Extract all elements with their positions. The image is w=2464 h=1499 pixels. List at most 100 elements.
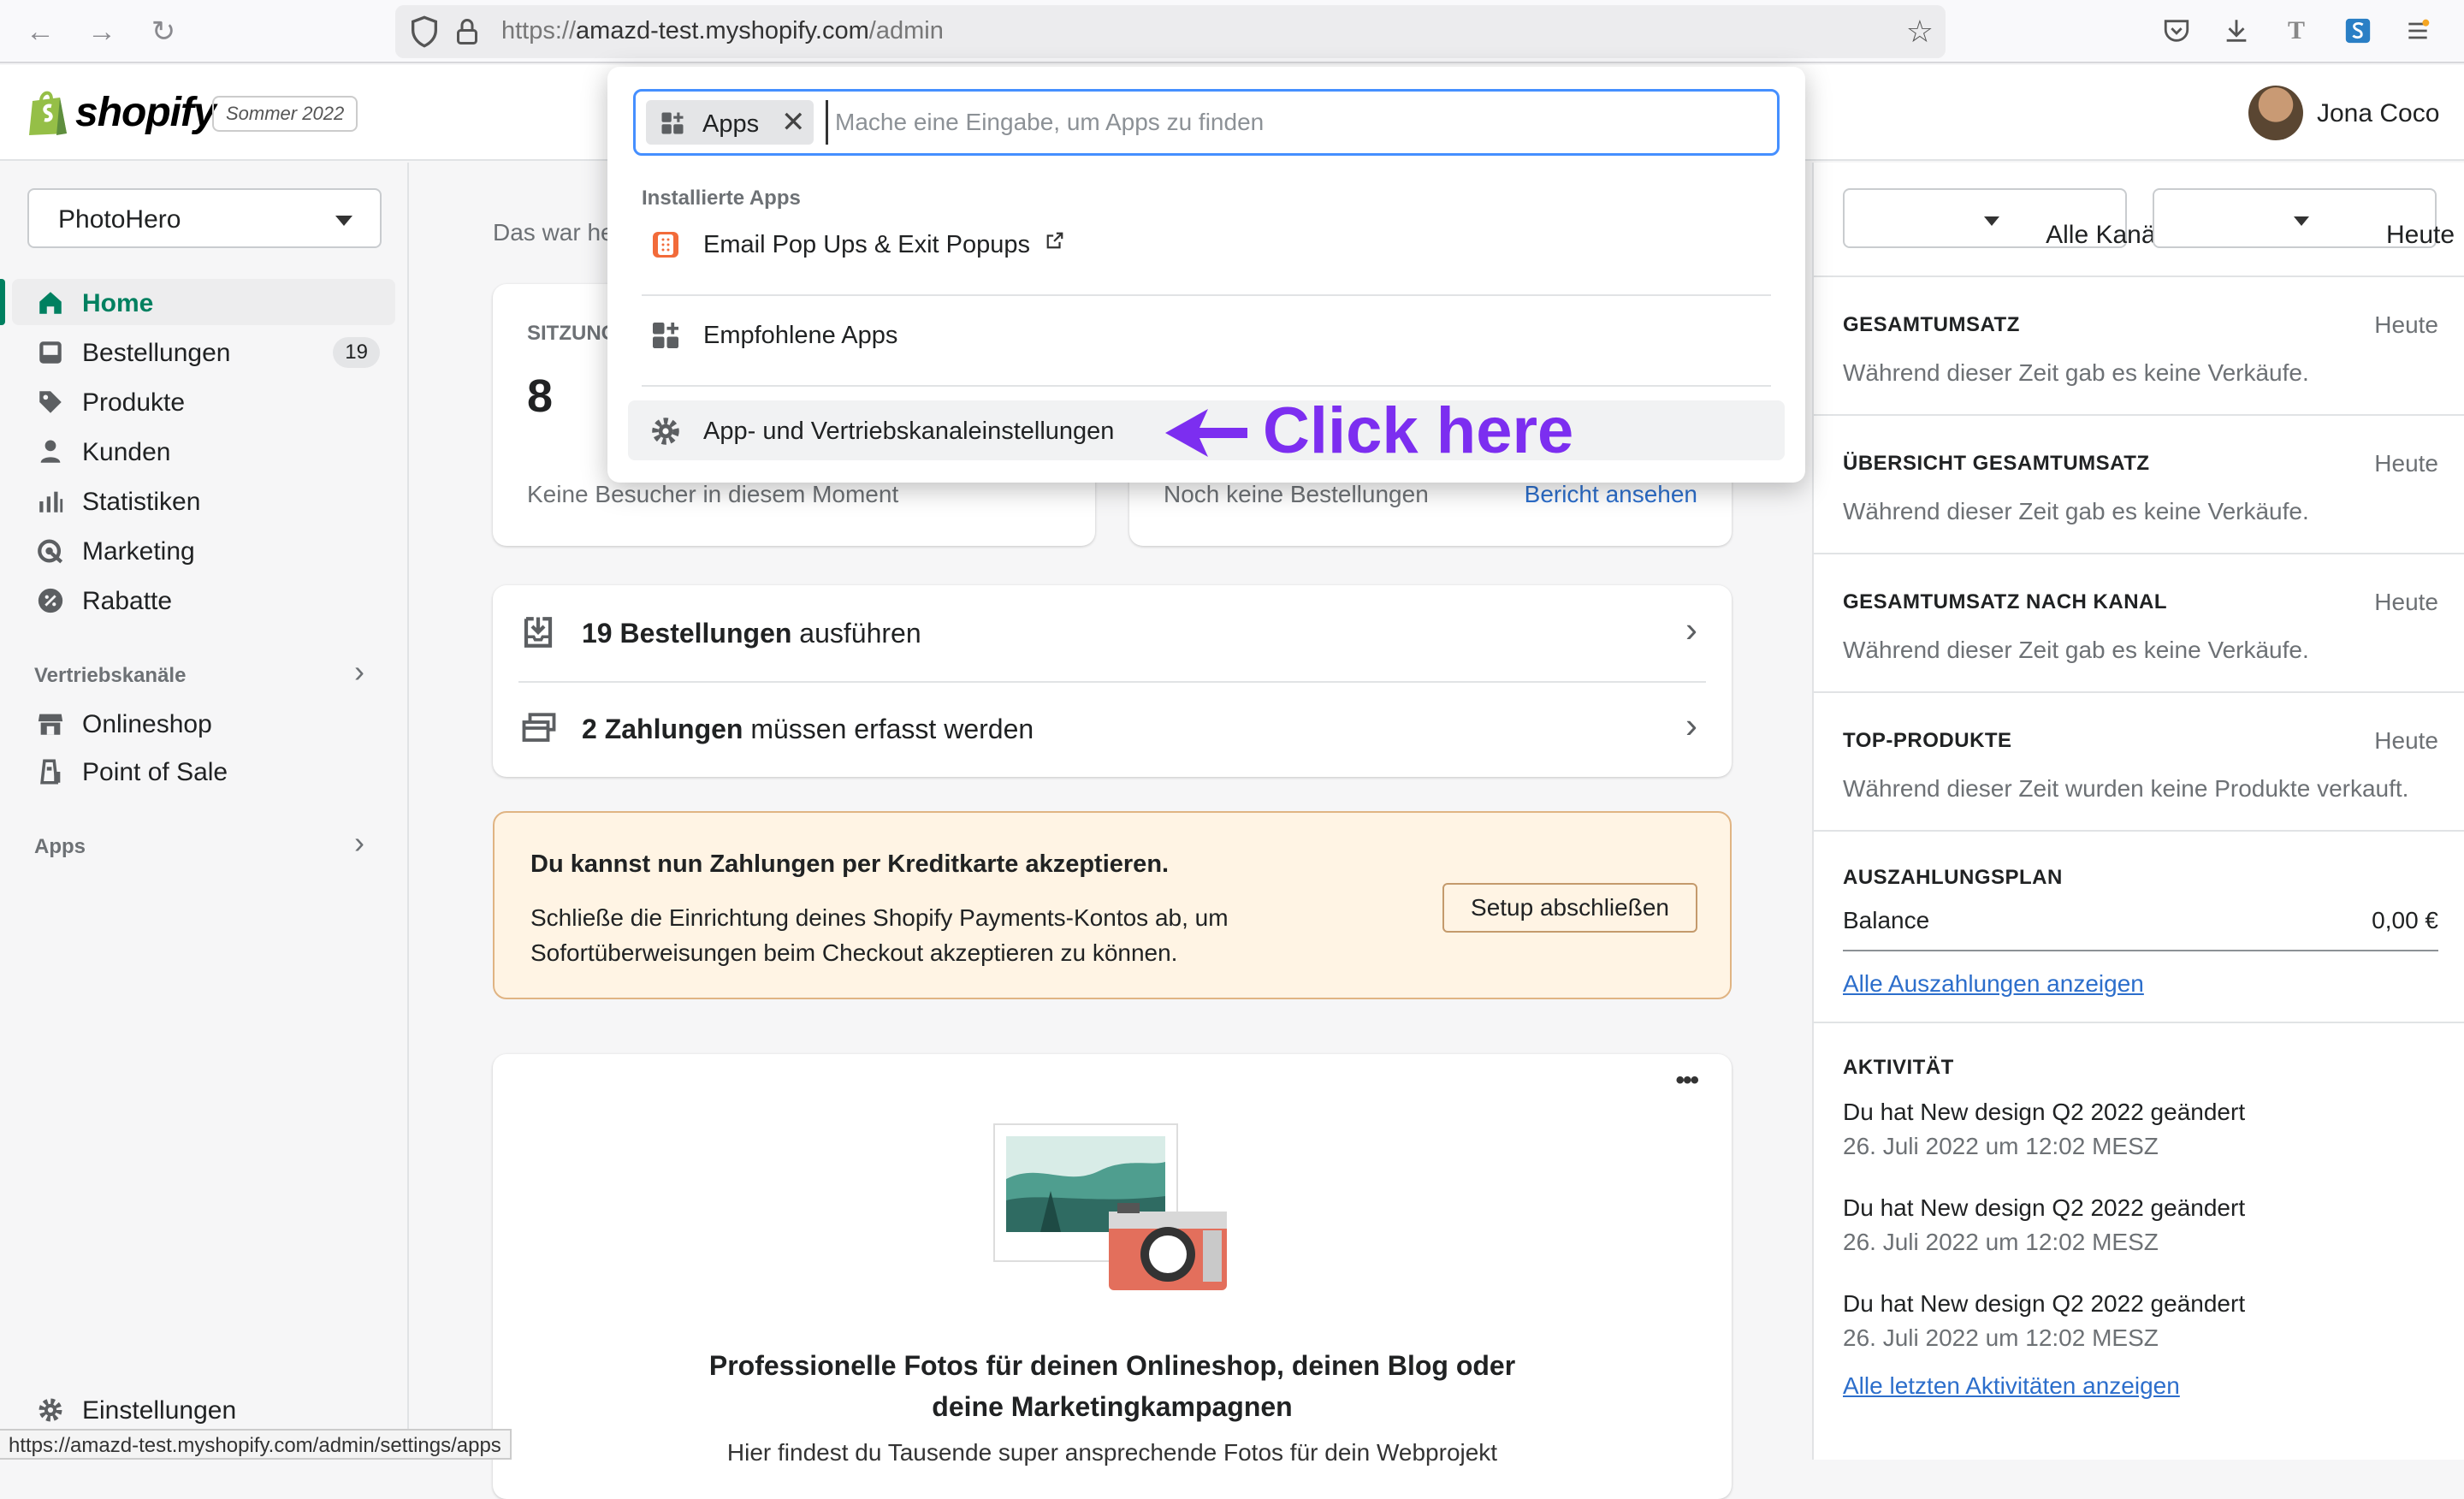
apps-search-input[interactable] (826, 100, 1767, 145)
sidebar-item-products[interactable]: Produkte (12, 378, 395, 424)
payout-section: AUSZAHLUNGSPLAN Balance 0,00 € Alle Ausz… (1814, 830, 2464, 1022)
address-bar[interactable]: https://amazd-test.myshopify.com/admin ☆ (395, 5, 1946, 58)
date-select[interactable]: Heute (2153, 188, 2455, 249)
view-report-link[interactable]: Bericht ansehen (1525, 481, 1697, 508)
activity-item[interactable]: Du hat New design Q2 2022 geändert 26. J… (1843, 1095, 2245, 1164)
top-products-section[interactable]: TOP-PRODUKTE Heute Während dieser Zeit w… (1814, 691, 2464, 830)
section-text: Während dieser Zeit wurden keine Produkt… (1843, 775, 2409, 802)
activity-item[interactable]: Du hat New design Q2 2022 geändert 26. J… (1843, 1287, 2245, 1355)
gear-icon (652, 418, 679, 445)
sidebar-item-settings[interactable]: Einstellungen (12, 1386, 395, 1432)
photos-card: ••• Professionelle Fotos für deinen Onli… (493, 1054, 1732, 1499)
app-item-label: Email Pop Ups & Exit Popups (703, 231, 1064, 259)
app-item-label: App- und Vertriebskanaleinstellungen (703, 418, 1115, 445)
url-text: https://amazd-test.myshopify.com/admin (501, 17, 944, 44)
sidebar-item-label: Statistiken (82, 488, 201, 516)
reload-icon[interactable]: ↻ (144, 12, 183, 51)
shopify-bag-icon[interactable] (26, 87, 70, 137)
section-heading: AKTIVITÄT (1843, 1056, 1954, 1079)
no-visitors-text: Keine Besucher in diesem Moment (527, 481, 899, 507)
store-icon (38, 714, 63, 735)
section-text: Während dieser Zeit gab es keine Verkäuf… (1843, 359, 2309, 386)
section-heading: TOP-PRODUKTE (1843, 729, 2012, 752)
task-text: 2 Zahlungen müssen erfasst werden (582, 714, 1034, 744)
setup-complete-button[interactable]: Setup abschließen (1442, 883, 1697, 933)
section-heading: ÜBERSICHT GESAMTUMSATZ (1843, 452, 2150, 475)
link-status-bar: https://amazd-test.myshopify.com/admin/s… (0, 1429, 512, 1460)
extension-s-icon[interactable] (2339, 12, 2377, 50)
all-activities-link[interactable]: Alle letzten Aktivitäten anzeigen (1843, 1372, 2180, 1400)
sidebar-item-label: Point of Sale (82, 758, 228, 786)
user-name[interactable]: Jona Coco (2317, 99, 2439, 128)
photo-camera-illustration (993, 1123, 1227, 1290)
chevron-right-icon: › (1685, 609, 1697, 649)
orders-count-badge: 19 (333, 337, 380, 368)
sidebar-item-label: Marketing (82, 537, 195, 566)
sidebar-item-label: Onlineshop (82, 710, 212, 738)
active-indicator (0, 279, 5, 325)
section-heading: AUSZAHLUNGSPLAN (1843, 866, 2063, 889)
back-arrow-icon[interactable]: ← (21, 12, 60, 51)
sidebar-item-point-of-sale[interactable]: Point of Sale (12, 748, 395, 794)
total-sales-section[interactable]: GESAMTUMSATZ Heute Während dieser Zeit g… (1814, 276, 2464, 414)
sales-channels-heading: Vertriebskanäle (34, 664, 187, 687)
store-selector[interactable]: PhotoHero (27, 188, 382, 248)
chevron-right-icon[interactable]: › (354, 825, 364, 861)
chevron-right-icon[interactable]: › (354, 654, 364, 690)
caret-down-icon (335, 216, 352, 226)
task-row-orders[interactable]: 19 Bestellungen ausführen › (493, 585, 1732, 681)
activity-item[interactable]: Du hat New design Q2 2022 geändert 26. J… (1843, 1191, 2245, 1259)
shopify-logo-text[interactable]: shopify (75, 89, 216, 136)
sidebar-item-online-store[interactable]: Onlineshop (12, 700, 395, 746)
section-heading: GESAMTUMSATZ (1843, 313, 2020, 336)
menu-icon[interactable] (2399, 12, 2437, 50)
section-heading: GESAMTUMSATZ NACH KANAL (1843, 590, 2168, 613)
right-column: Alle Kanäle Heute GESAMTUMSATZ Heute Wäh… (1812, 163, 2464, 1460)
target-icon (38, 539, 63, 564)
inbox-download-icon (524, 617, 553, 648)
sidebar-item-customers[interactable]: Kunden (12, 428, 395, 474)
sidebar-item-label: Kunden (82, 438, 171, 466)
tag-icon (39, 391, 62, 413)
channel-select[interactable]: Alle Kanäle (1843, 188, 2176, 249)
section-period: Heute (2374, 311, 2438, 338)
bookmark-star-icon[interactable]: ☆ (1906, 14, 1934, 50)
sidebar-item-analytics[interactable]: Statistiken (12, 477, 395, 524)
app-item-label: Empfohlene Apps (703, 322, 898, 349)
sidebar-item-label: Produkte (82, 388, 186, 417)
all-payouts-link[interactable]: Alle Auszahlungen anzeigen (1843, 970, 2144, 998)
forward-arrow-icon[interactable]: → (82, 12, 121, 51)
task-text: 19 Bestellungen ausführen (582, 618, 921, 649)
sidebar-item-home[interactable]: Home (12, 279, 395, 325)
pocket-icon[interactable] (2158, 12, 2195, 50)
store-name: PhotoHero (58, 205, 181, 234)
season-badge[interactable]: Sommer 2022 (212, 96, 358, 132)
text-extension-icon[interactable]: T (2277, 12, 2315, 50)
lock-icon (457, 19, 477, 44)
app-item-recommended-apps[interactable]: Empfohlene Apps (628, 305, 1785, 364)
section-period: Heute (2374, 589, 2438, 615)
sidebar-item-orders[interactable]: Bestellungen 19 (12, 329, 395, 375)
download-icon[interactable] (2218, 12, 2255, 50)
close-icon[interactable]: ✕ (781, 105, 806, 139)
more-options-icon[interactable]: ••• (1675, 1066, 1698, 1095)
app-item-email-popups[interactable]: Email Pop Ups & Exit Popups (628, 214, 1785, 274)
chevron-right-icon: › (1685, 705, 1697, 745)
sidebar-item-label: Rabatte (82, 587, 173, 615)
apps-search-box[interactable]: Apps ✕ (633, 89, 1780, 156)
task-row-payments[interactable]: 2 Zahlungen müssen erfasst werden › (493, 683, 1732, 777)
avatar[interactable] (2248, 86, 2303, 140)
apps-grid-icon (661, 112, 684, 134)
sales-by-channel-section[interactable]: GESAMTUMSATZ NACH KANAL Heute Während di… (1814, 553, 2464, 691)
apps-filter-chip[interactable]: Apps ✕ (646, 100, 814, 145)
sidebar-item-discounts[interactable]: Rabatte (12, 577, 395, 623)
sidebar-item-marketing[interactable]: Marketing (12, 527, 395, 573)
photos-card-title: Professionelle Fotos für deinen Onlinesh… (708, 1350, 1516, 1422)
home-icon (39, 292, 62, 314)
sales-overview-section[interactable]: ÜBERSICHT GESAMTUMSATZ Heute Während die… (1814, 414, 2464, 553)
section-text: Während dieser Zeit gab es keine Verkäuf… (1843, 637, 2309, 663)
orders-icon (39, 341, 62, 364)
discount-icon (38, 588, 63, 613)
apps-heading: Apps (34, 835, 86, 858)
person-icon (40, 440, 61, 463)
